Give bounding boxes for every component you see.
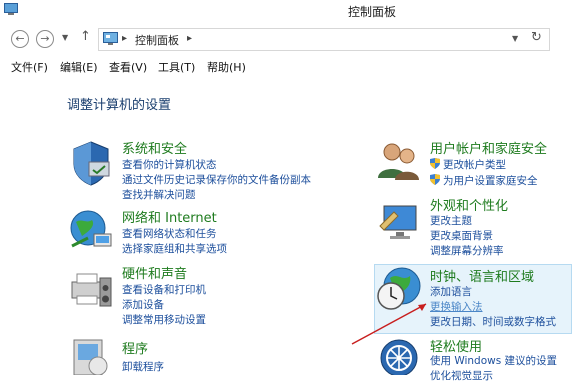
category-user-accounts[interactable]: 用户帐户和家庭安全 xyxy=(430,138,547,157)
link-uninstall-program[interactable]: 卸载程序 xyxy=(122,359,164,374)
link-homegroup-sharing[interactable]: 选择家庭组和共享选项 xyxy=(122,241,227,256)
programs-icon[interactable] xyxy=(68,336,114,375)
appearance-icon[interactable] xyxy=(376,198,422,242)
window-title: 控制面板 xyxy=(348,5,397,19)
address-field[interactable]: ▸ 控制面板 ▸ ▼ ↻ xyxy=(98,28,550,51)
link-mobility-settings[interactable]: 调整常用移动设置 xyxy=(122,312,206,327)
menu-view[interactable]: 查看(V) xyxy=(109,59,147,75)
menu-edit[interactable]: 编辑(E) xyxy=(60,59,98,75)
category-programs[interactable]: 程序 xyxy=(122,338,148,357)
link-date-time-format[interactable]: 更改日期、时间或数字格式 xyxy=(430,314,556,329)
menu-tools[interactable]: 工具(T) xyxy=(158,59,195,75)
menu-bar: 文件(F) 编辑(E) 查看(V) 工具(T) 帮助(H) xyxy=(0,57,572,77)
address-dropdown-icon[interactable]: ▼ xyxy=(512,34,518,43)
category-clock-language-region[interactable]: 时钟、语言和区域 xyxy=(430,266,534,285)
printer-speaker-icon[interactable] xyxy=(68,266,114,310)
link-desktop-background[interactable]: 更改桌面背景 xyxy=(430,228,493,243)
link-label: 更改帐户类型 xyxy=(443,159,506,171)
link-change-account-type[interactable]: 更改帐户类型 xyxy=(430,157,506,172)
breadcrumb-separator-icon: ▸ xyxy=(122,33,128,44)
link-optimize-visual-display[interactable]: 优化视觉显示 xyxy=(430,368,493,383)
link-view-computer-status[interactable]: 查看你的计算机状态 xyxy=(122,157,217,172)
uac-shield-icon xyxy=(430,158,440,169)
page-title: 调整计算机的设置 xyxy=(67,98,172,113)
link-devices-printers[interactable]: 查看设备和打印机 xyxy=(122,282,206,297)
back-button[interactable]: ← xyxy=(11,30,29,48)
link-family-safety[interactable]: 为用户设置家庭安全 xyxy=(430,173,538,188)
link-add-language[interactable]: 添加语言 xyxy=(430,284,472,299)
link-windows-recommended-settings[interactable]: 使用 Windows 建议的设置 xyxy=(430,353,557,368)
user-accounts-icon[interactable] xyxy=(376,140,422,182)
title-bar: 控制面板 xyxy=(0,0,572,22)
category-system-security[interactable]: 系统和安全 xyxy=(122,138,187,157)
forward-button[interactable]: → xyxy=(36,30,54,48)
network-globe-icon[interactable] xyxy=(68,208,114,252)
menu-help[interactable]: 帮助(H) xyxy=(207,59,246,75)
up-arrow-icon[interactable]: ↑ xyxy=(80,29,91,44)
recent-pages-icon[interactable]: ▼ xyxy=(62,33,68,42)
link-add-device[interactable]: 添加设备 xyxy=(122,297,164,312)
category-hardware-sound[interactable]: 硬件和声音 xyxy=(122,263,187,282)
menu-file[interactable]: 文件(F) xyxy=(11,59,48,75)
link-troubleshoot[interactable]: 查找并解决问题 xyxy=(122,187,196,202)
link-change-input-method[interactable]: 更换输入法 xyxy=(430,299,483,314)
link-screen-resolution[interactable]: 调整屏幕分辨率 xyxy=(430,243,504,258)
address-bar: ← → ▼ ↑ ▸ 控制面板 ▸ ▼ ↻ xyxy=(0,26,572,54)
breadcrumb-separator-icon[interactable]: ▸ xyxy=(187,33,192,44)
category-network-internet[interactable]: 网络和 Internet xyxy=(122,207,217,226)
control-panel-icon xyxy=(4,3,18,15)
control-panel-icon xyxy=(103,32,118,45)
link-change-theme[interactable]: 更改主题 xyxy=(430,213,472,228)
link-label: 为用户设置家庭安全 xyxy=(443,175,538,187)
uac-shield-icon xyxy=(430,174,440,185)
link-file-history-backup[interactable]: 通过文件历史记录保存你的文件备份副本 xyxy=(122,172,311,187)
refresh-icon[interactable]: ↻ xyxy=(531,30,542,45)
breadcrumb-item[interactable]: 控制面板 xyxy=(135,32,179,48)
category-appearance[interactable]: 外观和个性化 xyxy=(430,195,508,214)
annotation-arrow xyxy=(351,303,427,345)
link-network-status[interactable]: 查看网络状态和任务 xyxy=(122,226,217,241)
security-shield-icon[interactable] xyxy=(68,140,114,186)
